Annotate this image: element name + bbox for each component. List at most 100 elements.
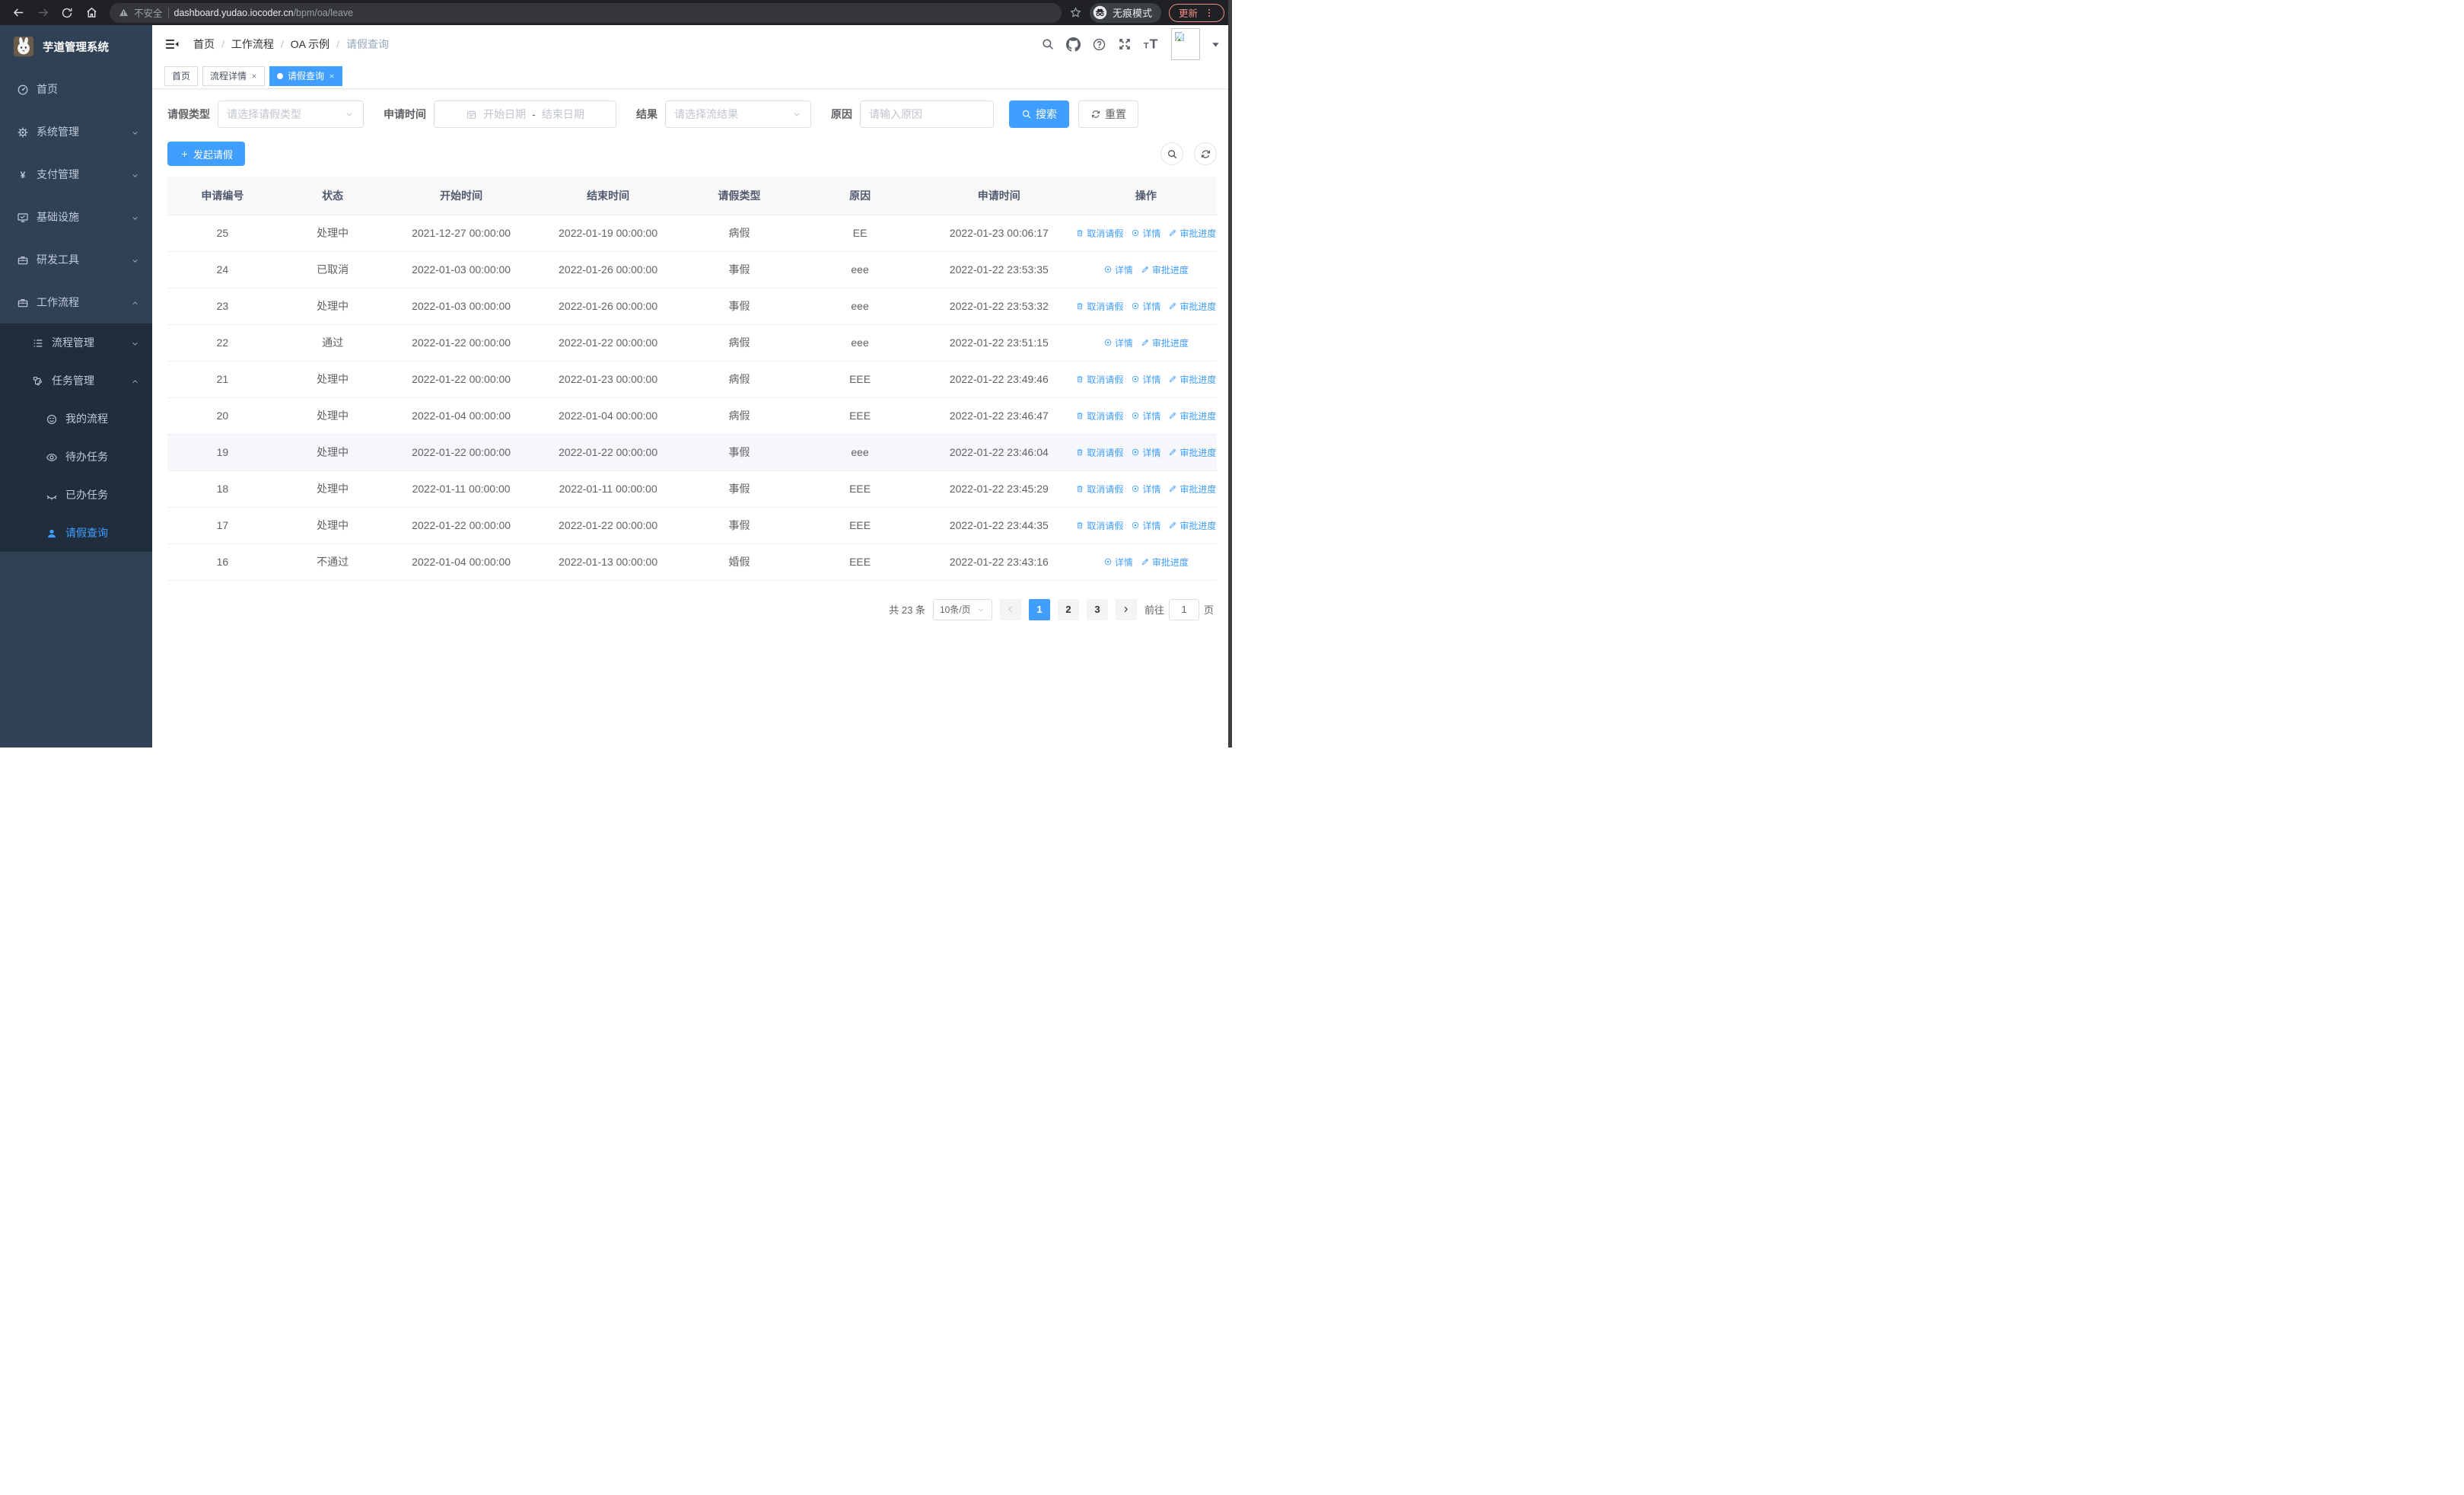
sidebar-item-process-mgmt[interactable]: 流程管理 [0,324,152,362]
approval-progress-link[interactable]: 审批进度 [1168,227,1216,240]
browser-reload-button[interactable] [56,2,78,24]
detail-link[interactable]: 详情 [1103,556,1133,569]
sidebar-item-task-mgmt[interactable]: 任务管理 [0,362,152,400]
yen-icon [17,169,29,181]
approval-progress-link[interactable]: 审批进度 [1168,300,1216,313]
approval-progress-link[interactable]: 审批进度 [1168,410,1216,422]
page-button-1[interactable]: 1 [1028,598,1050,620]
eye-icon [46,451,58,464]
github-icon[interactable] [1066,37,1081,52]
breadcrumb-item[interactable]: OA 示例 [291,37,329,52]
view-icon [1103,557,1113,566]
reset-button[interactable]: 重置 [1078,100,1138,128]
sidebar-item-dev-tools[interactable]: 研发工具 [0,238,152,281]
sidebar-item-payment-mgmt[interactable]: 支付管理 [0,153,152,196]
search-button[interactable]: 搜索 [1009,100,1069,128]
tab-close-button[interactable] [329,71,335,81]
sidebar-item-label: 首页 [37,83,58,95]
cancel-leave-link[interactable]: 取消请假 [1075,373,1123,386]
help-icon[interactable] [1092,37,1106,52]
tab-process-detail[interactable]: 流程详情 [202,65,266,86]
cell-status: 处理中 [277,397,388,435]
approval-progress-link[interactable]: 审批进度 [1168,519,1216,532]
fullscreen-icon[interactable] [1118,37,1132,51]
sidebar-item-label: 基础设施 [37,211,79,223]
page-size-select[interactable]: 10条/页 [932,598,992,620]
sidebar-item-infrastructure[interactable]: 基础设施 [0,196,152,238]
page-button-3[interactable]: 3 [1086,598,1108,620]
prev-page-button[interactable] [999,598,1021,620]
approval-progress-link[interactable]: 审批进度 [1168,483,1216,496]
sidebar-item-done-tasks[interactable]: 已办任务 [0,476,152,514]
cancel-leave-link[interactable]: 取消请假 [1075,300,1123,313]
approval-progress-link[interactable]: 审批进度 [1141,263,1189,276]
tab-close-button[interactable] [251,71,257,81]
goto-page-input[interactable] [1168,598,1199,620]
sidebar-item-system-mgmt[interactable]: 系统管理 [0,110,152,153]
refresh-table-button[interactable] [1194,142,1217,165]
cancel-leave-link[interactable]: 取消请假 [1075,227,1123,240]
sidebar-item-todo-tasks[interactable]: 待办任务 [0,438,152,476]
cell-reason: eee [797,434,923,471]
next-page-button[interactable] [1115,598,1137,620]
detail-link[interactable]: 详情 [1131,227,1160,240]
action-label: 详情 [1142,228,1161,239]
cell-id: 18 [167,470,278,508]
create-leave-button[interactable]: 发起请假 [167,142,246,166]
cancel-leave-link[interactable]: 取消请假 [1075,519,1123,532]
cell-apply-time: 2022-01-23 00:06:17 [922,215,1075,252]
toggle-search-button[interactable] [1160,142,1183,165]
browser-forward-button[interactable] [32,2,53,24]
collapse-sidebar-button[interactable] [164,37,180,52]
tab-leave-query[interactable]: 请假查询 [269,65,343,86]
detail-link[interactable]: 详情 [1131,483,1160,496]
goto-label: 前往 [1144,604,1164,616]
header-search-icon[interactable] [1041,37,1055,51]
active-tab-dot [277,72,284,79]
browser-home-button[interactable] [81,2,102,24]
approval-progress-link[interactable]: 审批进度 [1168,446,1216,459]
sidebar-item-leave-query[interactable]: 请假查询 [0,514,152,552]
result-select[interactable]: 请选择流结果 [665,100,811,128]
approval-progress-link[interactable]: 审批进度 [1141,556,1189,569]
cancel-leave-link[interactable]: 取消请假 [1075,446,1123,459]
tags-view-bar: 首页 流程详情 请假查询 [152,63,1232,89]
cell-end-time: 2022-01-13 00:00:00 [534,543,682,581]
breadcrumb-item[interactable]: 工作流程 [231,37,274,52]
edit-icon [1168,521,1177,530]
sidebar-item-home[interactable]: 首页 [0,68,152,110]
cancel-leave-link[interactable]: 取消请假 [1075,483,1123,496]
sidebar-logo[interactable]: 芋道管理系统 [0,25,152,68]
detail-link[interactable]: 详情 [1131,373,1160,386]
date-range-picker[interactable]: 开始日期 - 结束日期 [434,100,616,128]
column-header: 操作 [1074,177,1217,215]
sidebar-item-my-process[interactable]: 我的流程 [0,400,152,438]
detail-link[interactable]: 详情 [1103,336,1133,349]
reason-input[interactable] [869,108,985,120]
bookmark-star-icon[interactable] [1069,6,1082,19]
detail-link[interactable]: 详情 [1131,446,1160,459]
sidebar-item-workflow[interactable]: 工作流程 [0,281,152,324]
detail-link[interactable]: 详情 [1103,263,1133,276]
tab-home[interactable]: 首页 [164,65,199,86]
detail-link[interactable]: 详情 [1131,519,1160,532]
delete-icon [1075,521,1084,530]
approval-progress-link[interactable]: 审批进度 [1168,373,1216,386]
detail-link[interactable]: 详情 [1131,410,1160,422]
avatar[interactable] [1171,28,1200,60]
approval-progress-link[interactable]: 审批进度 [1141,336,1189,349]
cancel-leave-link[interactable]: 取消请假 [1075,410,1123,422]
browser-menu-dots-icon[interactable] [1204,8,1214,18]
chevron-down-icon [976,605,985,614]
leave-type-select[interactable]: 请选择请假类型 [218,100,364,128]
avatar-caret-down-icon[interactable] [1211,40,1220,49]
detail-link[interactable]: 详情 [1131,300,1160,313]
font-size-icon[interactable] [1143,36,1160,53]
breadcrumb-item[interactable]: 首页 [193,37,215,52]
page-button-2[interactable]: 2 [1057,598,1079,620]
table-row: 17 处理中 2022-01-22 00:00:00 2022-01-22 00… [167,507,1217,544]
address-bar[interactable]: 不安全 dashboard.yudao.iocoder.cn/bpm/oa/le… [110,2,1062,23]
browser-update-button[interactable]: 更新 [1168,3,1224,22]
action-label: 取消请假 [1087,520,1124,531]
browser-back-button[interactable] [8,2,29,24]
